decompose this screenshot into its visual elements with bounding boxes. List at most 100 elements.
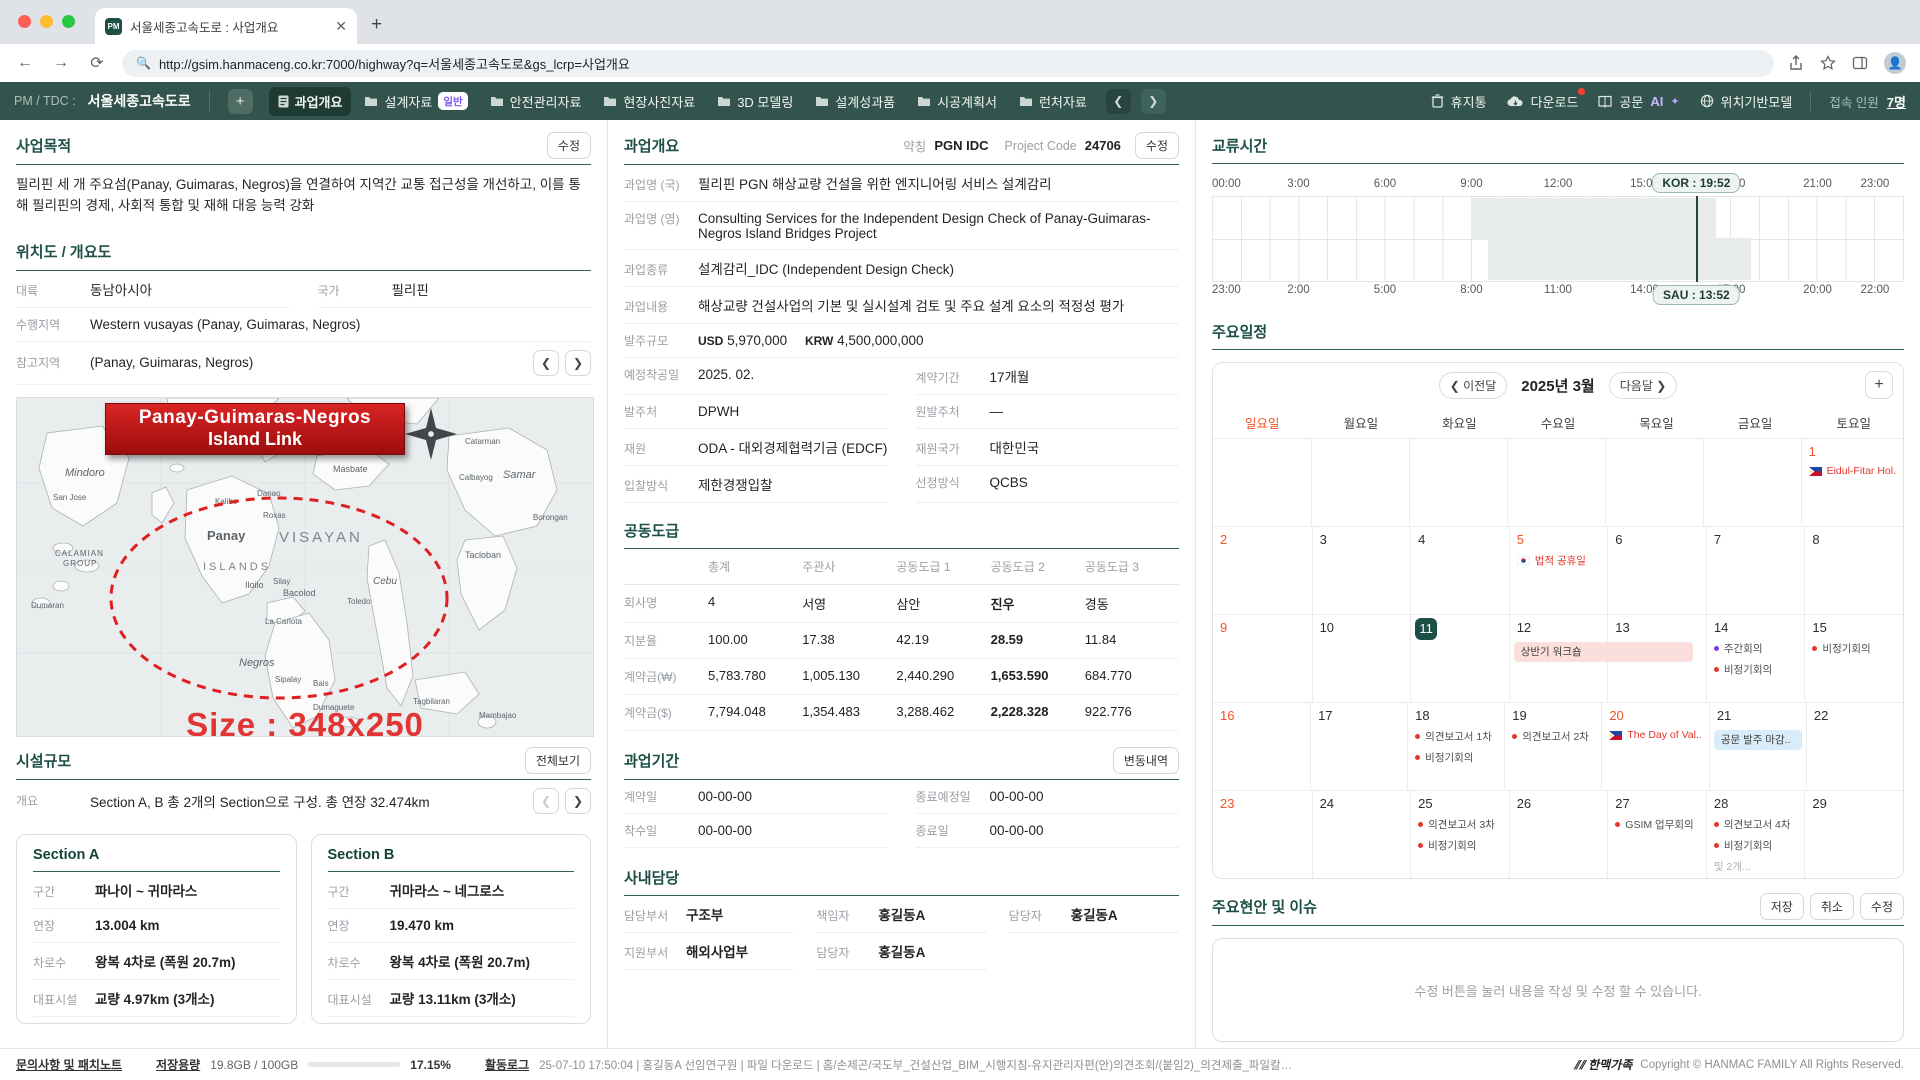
nav-tab-안전관리자료[interactable]: 안전관리자료 bbox=[481, 87, 591, 116]
calendar-day-empty[interactable] bbox=[1311, 438, 1409, 526]
field-label: 종료예정일 bbox=[916, 788, 990, 805]
issues-save-button[interactable]: 저장 bbox=[1760, 893, 1804, 920]
calendar-prev-month-button[interactable]: ❮ 이전달 bbox=[1439, 372, 1508, 399]
calendar-day-6[interactable]: 6 bbox=[1607, 526, 1706, 614]
nav-action-book[interactable]: 공문AI✦ bbox=[1598, 92, 1679, 111]
faq-link[interactable]: 문의사항 및 패치노트 bbox=[16, 1056, 122, 1073]
url-bar[interactable]: 🔍 http://gsim.hanmaceng.co.kr:7000/highw… bbox=[122, 50, 1774, 77]
maximize-window-button[interactable] bbox=[62, 15, 75, 28]
activity-log-label[interactable]: 활동로그 bbox=[485, 1056, 529, 1073]
facility-prev-button[interactable]: ❮ bbox=[533, 788, 559, 814]
calendar-day-14[interactable]: 14주간회의비정기회의 bbox=[1706, 614, 1805, 702]
window-controls[interactable] bbox=[18, 15, 75, 28]
period-history-button[interactable]: 변동내역 bbox=[1113, 747, 1179, 774]
calendar-day-23[interactable]: 23 bbox=[1213, 790, 1312, 878]
calendar-weekday-row: 일요일월요일화요일수요일목요일금요일토요일 bbox=[1213, 407, 1903, 438]
calendar-day-24[interactable]: 24 bbox=[1312, 790, 1411, 878]
schedule-title: 주요일정 bbox=[1212, 321, 1267, 342]
ref-prev-button[interactable]: ❮ bbox=[533, 350, 559, 376]
calendar-next-month-button[interactable]: 다음달 ❯ bbox=[1609, 372, 1678, 399]
day-number: 16 bbox=[1220, 708, 1234, 723]
sidebar-icon[interactable] bbox=[1852, 55, 1868, 71]
field-label: 선정방식 bbox=[916, 474, 990, 491]
day-number: 25 bbox=[1418, 796, 1432, 811]
tab-close-icon[interactable]: ✕ bbox=[335, 18, 347, 35]
add-tab-button[interactable]: + bbox=[228, 89, 253, 114]
calendar-day-17[interactable]: 17 bbox=[1310, 702, 1407, 790]
calendar-day-empty[interactable] bbox=[1605, 438, 1703, 526]
calendar-day-16[interactable]: 16 bbox=[1213, 702, 1310, 790]
nav-tab-3D 모델링[interactable]: 3D 모델링 bbox=[708, 87, 802, 116]
calendar-day-10[interactable]: 10 bbox=[1312, 614, 1411, 702]
forward-icon[interactable]: → bbox=[50, 54, 72, 72]
tabs-scroll-right-button[interactable]: ❯ bbox=[1141, 89, 1166, 114]
calendar-day-9[interactable]: 9 bbox=[1213, 614, 1312, 702]
calendar-day-7[interactable]: 7 bbox=[1706, 526, 1805, 614]
calendar-add-event-button[interactable]: + bbox=[1865, 371, 1893, 399]
calendar-day-5[interactable]: 5법적 공휴일 bbox=[1509, 526, 1608, 614]
calendar-day-2[interactable]: 2 bbox=[1213, 526, 1312, 614]
calendar-day-3[interactable]: 3 bbox=[1312, 526, 1411, 614]
close-window-button[interactable] bbox=[18, 15, 31, 28]
nav-tab-현장사진자료[interactable]: 현장사진자료 bbox=[594, 87, 704, 116]
calendar-day-1[interactable]: 1Eidul-Fitar Hol. bbox=[1801, 438, 1903, 526]
ref-next-button[interactable]: ❯ bbox=[565, 350, 591, 376]
calendar-day-empty[interactable] bbox=[1507, 438, 1605, 526]
field-label: 책임자 bbox=[816, 907, 878, 924]
calendar-day-11[interactable]: 11 bbox=[1410, 614, 1509, 702]
calendar-day-25[interactable]: 25의견보고서 3차비정기회의 bbox=[1410, 790, 1509, 878]
nav-tab-설계성과품[interactable]: 설계성과품 bbox=[806, 87, 904, 116]
task-edit-button[interactable]: 수정 bbox=[1135, 132, 1179, 159]
reload-icon[interactable]: ⟳ bbox=[86, 53, 108, 73]
calendar-day-15[interactable]: 15비정기회의 bbox=[1804, 614, 1903, 702]
profile-avatar[interactable]: 👤 bbox=[1884, 52, 1906, 74]
calendar-day-empty[interactable] bbox=[1703, 438, 1801, 526]
time-tick: 20:00 bbox=[1803, 284, 1832, 296]
facility-viewall-button[interactable]: 전체보기 bbox=[525, 747, 591, 774]
weekday-label: 화요일 bbox=[1410, 413, 1509, 432]
nav-action-globe[interactable]: 위치기반모델 bbox=[1700, 92, 1793, 111]
share-icon[interactable] bbox=[1788, 55, 1804, 71]
browser-tab[interactable]: PM 서울세종고속도로 : 사업개요 ✕ bbox=[95, 8, 357, 44]
issues-title: 주요현안 및 이슈 bbox=[1212, 896, 1317, 917]
calendar-day-20[interactable]: 20The Day of Val.. bbox=[1601, 702, 1709, 790]
calendar-day-27[interactable]: 27GSIM 업무회의 bbox=[1607, 790, 1706, 878]
calendar-day-4[interactable]: 4 bbox=[1410, 526, 1509, 614]
nav-action-trash[interactable]: 휴지통 bbox=[1431, 92, 1487, 111]
new-tab-button[interactable]: + bbox=[371, 14, 382, 36]
event-dot-icon bbox=[1512, 734, 1517, 739]
facility-next-button[interactable]: ❯ bbox=[565, 788, 591, 814]
nav-tab-설계자료[interactable]: 설계자료일반 bbox=[355, 87, 476, 116]
nav-action-cloud[interactable]: 다운로드 bbox=[1507, 92, 1579, 111]
tabs-scroll-left-button[interactable]: ❮ bbox=[1106, 89, 1131, 114]
storage-label[interactable]: 저장용량 bbox=[156, 1056, 200, 1073]
calendar-day-18[interactable]: 18의견보고서 1차비정기회의 bbox=[1407, 702, 1504, 790]
day-number: 24 bbox=[1320, 796, 1334, 811]
nav-tab-시공계획서[interactable]: 시공계획서 bbox=[908, 87, 1006, 116]
field-label: 담당자 bbox=[816, 944, 878, 961]
calendar-day-21[interactable]: 21공문 발주 마감.. bbox=[1709, 702, 1806, 790]
nav-tab-런처자료[interactable]: 런처자료 bbox=[1010, 87, 1096, 116]
calendar-day-8[interactable]: 8 bbox=[1804, 526, 1903, 614]
minimize-window-button[interactable] bbox=[40, 15, 53, 28]
event-dot-icon bbox=[1415, 734, 1420, 739]
calendar-day-19[interactable]: 19의견보고서 2차 bbox=[1504, 702, 1601, 790]
calendar-day-28[interactable]: 28의견보고서 4차비정기회의및 2개... bbox=[1706, 790, 1805, 878]
krw-label: KRW bbox=[805, 334, 833, 348]
event-text: 비정기회의 bbox=[1425, 750, 1473, 765]
project-code-value: 24706 bbox=[1085, 138, 1121, 153]
calendar-day-12[interactable]: 12상반기 워크숍 bbox=[1509, 614, 1608, 702]
calendar-day-26[interactable]: 26 bbox=[1509, 790, 1608, 878]
nav-tab-과업개요[interactable]: 과업개요 bbox=[269, 87, 352, 116]
issues-placeholder-box[interactable]: 수정 버튼을 눌러 내용을 작성 및 수정 할 수 있습니다. bbox=[1212, 938, 1904, 1042]
issues-cancel-button[interactable]: 취소 bbox=[1810, 893, 1854, 920]
session-count[interactable]: 7명 bbox=[1887, 92, 1906, 111]
back-icon[interactable]: ← bbox=[14, 54, 36, 72]
purpose-edit-button[interactable]: 수정 bbox=[547, 132, 591, 159]
bookmark-star-icon[interactable] bbox=[1820, 55, 1836, 71]
issues-edit-button[interactable]: 수정 bbox=[1860, 893, 1904, 920]
calendar-day-22[interactable]: 22 bbox=[1806, 702, 1903, 790]
calendar-day-empty[interactable] bbox=[1409, 438, 1507, 526]
calendar-day-29[interactable]: 29 bbox=[1804, 790, 1903, 878]
calendar-day-empty[interactable] bbox=[1213, 438, 1311, 526]
